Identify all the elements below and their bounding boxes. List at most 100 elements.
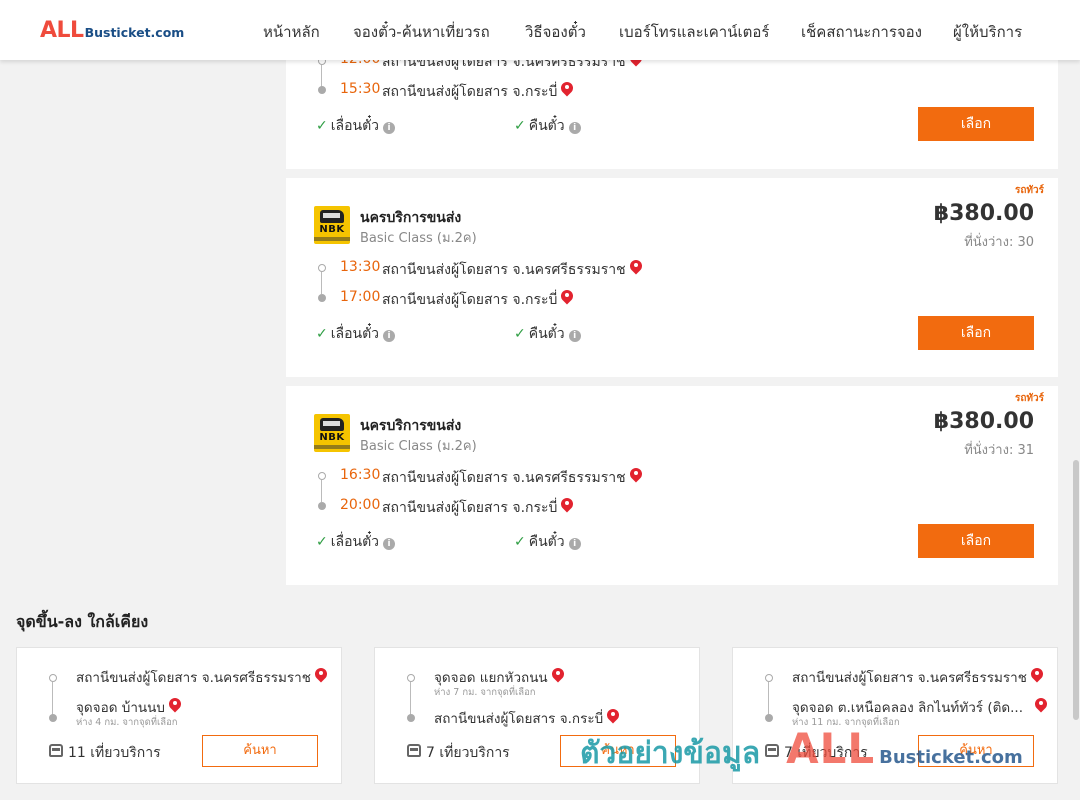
arrival-stop[interactable]: สถานีขนส่งผู้โดยสาร จ.กระบี่ xyxy=(382,81,573,103)
operator-logo-text: NBK xyxy=(319,432,345,443)
select-trip-button[interactable]: เลือก xyxy=(918,316,1034,350)
trip-card: รถทัวร์ NBK นครบริการขนส่ง Basic Class (… xyxy=(286,386,1058,585)
timeline-start-dot xyxy=(318,472,326,480)
bus-class: Basic Class (ม.2ค) xyxy=(360,231,477,246)
policy-refund: ✓ คืนตั๋ว i xyxy=(514,531,581,553)
logo-all-text: ALL xyxy=(40,18,84,43)
nav-book-search[interactable]: จองตั๋ว-ค้นหาเที่ยวรถ xyxy=(353,20,490,44)
timeline-end-dot xyxy=(318,294,326,302)
map-pin-icon[interactable] xyxy=(1035,698,1047,714)
nearby-search-button[interactable]: ค้นหา xyxy=(918,735,1034,767)
map-pin-icon[interactable] xyxy=(561,290,573,306)
departure-stop[interactable]: สถานีขนส่งผู้โดยสาร จ.นครศรีธรรมราช xyxy=(382,467,642,489)
map-pin-icon[interactable] xyxy=(607,709,619,725)
map-pin-icon[interactable] xyxy=(169,698,181,714)
arrival-time: 15:30 xyxy=(340,81,381,97)
nearby-to-label: จุดจอด ต.เหนือคลอง ลิกไนท์ทัวร์ (ติด... xyxy=(792,700,1024,716)
bus-icon xyxy=(765,744,779,757)
nearby-from-stop[interactable]: สถานีขนส่งผู้โดยสาร จ.นครศรีธรรมราช xyxy=(76,666,327,688)
check-icon: ✓ xyxy=(316,326,328,342)
timeline-start-dot xyxy=(765,674,773,682)
select-trip-button[interactable]: เลือก xyxy=(918,524,1034,558)
seats-available: ที่นั่งว่าง: 31 xyxy=(964,443,1034,458)
nearby-trip-count: 11 เที่ยวบริการ xyxy=(68,745,161,761)
nearby-distance: ห่าง 4 กม. จากจุดที่เลือก xyxy=(76,717,178,728)
map-pin-icon[interactable] xyxy=(1031,668,1043,684)
nearby-distance: ห่าง 7 กม. จากจุดที่เลือก xyxy=(434,687,536,698)
info-icon[interactable]: i xyxy=(568,122,581,134)
trip-price: ฿380.00 xyxy=(933,201,1034,226)
check-icon: ✓ xyxy=(316,534,328,550)
map-pin-icon[interactable] xyxy=(630,260,642,276)
operator-logo: NBK xyxy=(314,206,350,244)
page-scrollbar[interactable] xyxy=(1072,60,1080,800)
info-icon[interactable]: i xyxy=(383,538,396,550)
bus-icon xyxy=(320,418,344,431)
nearby-card: จุดจอด แยกหัวถนน ห่าง 7 กม. จากจุดที่เลื… xyxy=(374,647,700,784)
timeline-start-dot xyxy=(407,674,415,682)
timeline-end-dot xyxy=(318,86,326,94)
arrival-time: 17:00 xyxy=(340,289,381,305)
trip-card: รถทัวร์ NBK นครบริการขนส่ง Basic Class (… xyxy=(286,178,1058,377)
policy-reschedule: ✓ เลื่อนตั๋ว i xyxy=(316,531,396,553)
check-icon: ✓ xyxy=(514,118,526,134)
nearby-to-label: สถานีขนส่งผู้โดยสาร จ.กระบี่ xyxy=(434,711,604,727)
logo-stripe xyxy=(314,237,350,241)
bus-class: Basic Class (ม.2ค) xyxy=(360,439,477,454)
check-icon: ✓ xyxy=(514,326,526,342)
info-icon[interactable]: i xyxy=(568,330,581,342)
nearby-to-stop[interactable]: สถานีขนส่งผู้โดยสาร จ.กระบี่ xyxy=(434,707,619,729)
info-icon[interactable]: i xyxy=(383,122,396,134)
timeline-line xyxy=(768,682,769,716)
timeline-end-dot xyxy=(765,714,773,722)
nearby-to-label: จุดจอด บ้านนบ xyxy=(76,700,165,716)
departure-stop[interactable]: สถานีขนส่งผู้โดยสาร จ.นครศรีธรรมราช xyxy=(382,259,642,281)
bus-type-tag: รถทัวร์ xyxy=(1014,185,1044,196)
info-icon[interactable]: i xyxy=(383,330,396,342)
arrival-stop[interactable]: สถานีขนส่งผู้โดยสาร จ.กระบี่ xyxy=(382,497,573,519)
map-pin-icon[interactable] xyxy=(552,668,564,684)
policy-refund-label: คืนตั๋ว xyxy=(528,118,565,134)
logo-stripe xyxy=(314,445,350,449)
policy-reschedule-label: เลื่อนตั๋ว xyxy=(330,534,380,550)
nearby-card: สถานีขนส่งผู้โดยสาร จ.นครศรีธรรมราช จุดจ… xyxy=(16,647,342,784)
policy-reschedule-label: เลื่อนตั๋ว xyxy=(330,118,380,134)
timeline-end-dot xyxy=(407,714,415,722)
timeline-start-dot xyxy=(318,264,326,272)
map-pin-icon[interactable] xyxy=(561,498,573,514)
arrival-stop-label: สถานีขนส่งผู้โดยสาร จ.กระบี่ xyxy=(382,500,558,516)
timeline-line xyxy=(321,480,322,502)
operator-logo-text: NBK xyxy=(319,224,345,235)
info-icon[interactable]: i xyxy=(568,538,581,550)
map-pin-icon[interactable] xyxy=(315,668,327,684)
nearby-from-stop[interactable]: สถานีขนส่งผู้โดยสาร จ.นครศรีธรรมราช xyxy=(792,666,1043,688)
arrival-stop-label: สถานีขนส่งผู้โดยสาร จ.กระบี่ xyxy=(382,292,558,308)
policy-refund: ✓ คืนตั๋ว i xyxy=(514,115,581,137)
arrival-stop[interactable]: สถานีขนส่งผู้โดยสาร จ.กระบี่ xyxy=(382,289,573,311)
timeline-line xyxy=(321,65,322,87)
nav-phone-counters[interactable]: เบอร์โทรและเคาน์เตอร์ xyxy=(619,20,769,44)
nearby-distance: ห่าง 11 กม. จากจุดที่เลือก xyxy=(792,717,900,728)
nearby-card: สถานีขนส่งผู้โดยสาร จ.นครศรีธรรมราช จุดจ… xyxy=(732,647,1058,784)
policy-refund: ✓ คืนตั๋ว i xyxy=(514,323,581,345)
check-icon: ✓ xyxy=(316,118,328,134)
select-trip-button[interactable]: เลือก xyxy=(918,107,1034,141)
map-pin-icon[interactable] xyxy=(561,82,573,98)
bus-icon xyxy=(407,744,421,757)
nav-booking-status[interactable]: เช็คสถานะการจอง xyxy=(801,20,922,44)
nearby-search-button[interactable]: ค้นหา xyxy=(560,735,676,767)
site-logo[interactable]: ALL Busticket.com xyxy=(40,18,184,44)
bus-icon xyxy=(320,210,344,223)
policy-reschedule-label: เลื่อนตั๋ว xyxy=(330,326,380,342)
top-header: ALL Busticket.com หน้าหลัก จองตั๋ว-ค้นหา… xyxy=(0,0,1080,60)
nearby-search-button[interactable]: ค้นหา xyxy=(202,735,318,767)
departure-stop-label: สถานีขนส่งผู้โดยสาร จ.นครศรีธรรมราช xyxy=(382,262,626,278)
timeline-end-dot xyxy=(318,502,326,510)
nav-operators[interactable]: ผู้ให้บริการ xyxy=(953,20,1022,44)
scrollbar-thumb[interactable] xyxy=(1073,460,1079,720)
nearby-from-label: สถานีขนส่งผู้โดยสาร จ.นครศรีธรรมราช xyxy=(76,670,311,686)
map-pin-icon[interactable] xyxy=(630,468,642,484)
nav-how-to-book[interactable]: วิธีจองตั๋ว xyxy=(525,20,586,44)
logo-domain-text: Busticket.com xyxy=(84,25,185,40)
nav-home[interactable]: หน้าหลัก xyxy=(263,20,320,44)
